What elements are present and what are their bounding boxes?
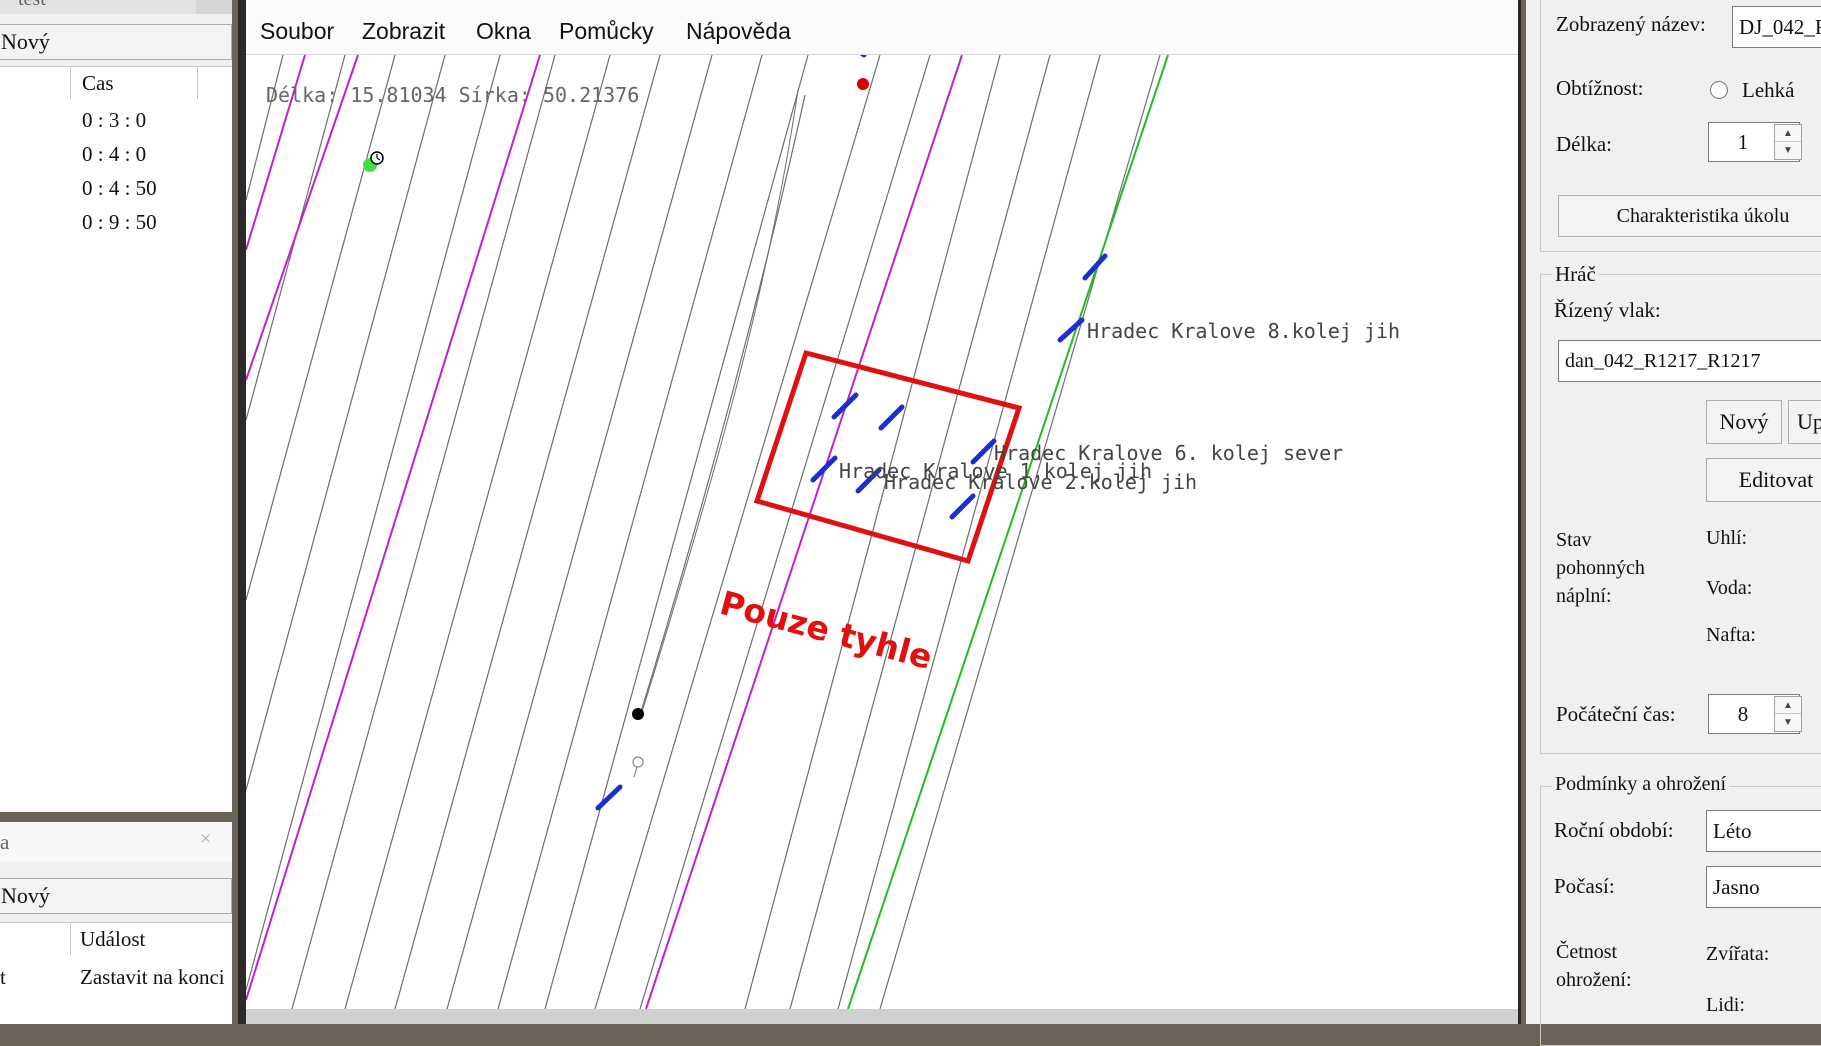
green-line (847, 55, 1169, 1009)
down-arrow-icon[interactable]: ▼ (1775, 714, 1801, 731)
start-time-label: Počáteční čas: (1556, 702, 1676, 726)
event-row-col1[interactable]: t (0, 965, 6, 990)
people-label: Lidi: (1706, 994, 1745, 1016)
event-row-col2[interactable]: Zastavit na konci (80, 965, 232, 990)
signal-marker[interactable] (810, 455, 838, 483)
display-name-field[interactable]: DJ_042_R1217 (1732, 6, 1821, 48)
close-icon[interactable]: × (200, 828, 211, 851)
task-characteristics-button[interactable]: Charakteristika úkolu (1558, 195, 1821, 237)
signal-marker[interactable] (831, 392, 859, 420)
animals-label: Zvířata: (1706, 943, 1770, 965)
left-bottom-panel: a × Nový Událost t Zastavit na konci (0, 822, 232, 1024)
left-top-titlebar: test (0, 0, 232, 14)
station-label[interactable]: Hradec Kralove 8.kolej jih (1087, 319, 1400, 343)
col-header-blank[interactable] (0, 923, 71, 955)
player-group-title: Hráč (1552, 262, 1599, 287)
pin-stem (633, 766, 638, 778)
coordinates-readout: Délka: 15.81034 Sírka: 50.21376 (266, 83, 640, 107)
water-label: Voda: (1706, 577, 1753, 599)
track-line (497, 55, 763, 1009)
events-table-header: Událost (0, 922, 232, 956)
left-bottom-title: a (0, 830, 10, 854)
controlled-train-field[interactable]: dan_042_R1217_R1217 (1558, 340, 1821, 382)
coal-label: Uhlí: (1706, 527, 1748, 549)
time-row[interactable]: 0 : 3 : 0 (82, 108, 146, 133)
map-canvas[interactable]: Délka: 15.81034 Sírka: 50.21376 Hradec K… (246, 55, 1518, 1009)
menu-file[interactable]: Soubor (260, 18, 334, 45)
signal-marker[interactable] (878, 404, 905, 431)
new-train-button[interactable]: Nový (1706, 400, 1782, 444)
properties-panel: Zobrazený název: DJ_042_R1217 Obtížnost:… (1526, 0, 1821, 1046)
menu-bar: Soubor Zobrazit Okna Pomůcky Nápověda (246, 0, 1518, 55)
map-scrollbar[interactable] (246, 1009, 1518, 1024)
track-line (879, 55, 1161, 1009)
track-line (246, 55, 284, 201)
length-label: Délka: (1556, 132, 1612, 156)
new-event-button[interactable]: Nový (0, 878, 232, 914)
controlled-train-label: Řízený vlak: (1554, 298, 1661, 322)
time-row[interactable]: 0 : 4 : 0 (82, 142, 146, 167)
track-line (291, 55, 556, 1009)
signal-marker[interactable] (595, 784, 623, 811)
events-table-body: t Zastavit na konci (0, 955, 232, 1024)
start-time-stepper[interactable]: ▲ ▼ (1774, 696, 1802, 732)
track-line (789, 55, 1051, 1009)
track-line (446, 55, 713, 1009)
station-label[interactable]: Hradec Kralove 2.kolej jih (884, 470, 1197, 494)
route-line (645, 55, 963, 1009)
new-route-button[interactable]: Nový (0, 24, 232, 60)
route-lines (246, 55, 963, 1009)
up-arrow-icon[interactable]: ▲ (1775, 697, 1801, 714)
difficulty-radio[interactable] (1710, 81, 1728, 99)
pin-icon[interactable] (632, 756, 644, 768)
close-icon[interactable] (196, 0, 232, 14)
signals (595, 55, 1108, 811)
track-map[interactable] (246, 55, 1518, 1009)
menu-view[interactable]: Zobrazit (362, 18, 445, 45)
red-marker[interactable] (857, 78, 869, 90)
black-marker[interactable] (632, 708, 644, 720)
menu-help[interactable]: Nápověda (686, 18, 791, 45)
fuel-state-label: Stav pohonných náplní: (1556, 529, 1645, 607)
season-field[interactable]: Léto (1706, 810, 1821, 852)
edit-train-button[interactable]: Editovat (1706, 458, 1821, 502)
time-row[interactable]: 0 : 4 : 50 (82, 176, 157, 201)
display-name-label: Zobrazený název: (1556, 12, 1706, 36)
weather-field[interactable]: Jasno (1706, 866, 1821, 908)
menu-windows[interactable]: Okna (476, 18, 531, 45)
menu-tools[interactable]: Pomůcky (559, 18, 654, 45)
col-header-blank[interactable] (0, 67, 71, 99)
time-row[interactable]: 0 : 9 : 50 (82, 210, 157, 235)
down-arrow-icon[interactable]: ▼ (1775, 142, 1801, 159)
season-label: Roční období: (1554, 818, 1674, 842)
track-line (639, 55, 931, 1009)
left-top-panel: test Nový Cas 0 : 3 : 0 0 : 4 : 0 0 : 4 … (0, 0, 232, 812)
signal-marker[interactable] (949, 493, 976, 520)
left-bottom-titlebar: a × (0, 822, 232, 862)
up-arrow-icon[interactable]: ▲ (1775, 125, 1801, 142)
difficulty-label: Obtížnost: (1556, 76, 1644, 100)
track-line (246, 55, 396, 601)
col-header-event[interactable]: Událost (80, 927, 145, 952)
track-line (246, 55, 501, 991)
weather-label: Počasí: (1554, 874, 1615, 898)
left-top-title: test (18, 0, 46, 11)
diesel-label: Nafta: (1706, 624, 1756, 646)
threat-frequency-label: Četnost ohrožení: (1556, 941, 1632, 991)
route-line (246, 55, 541, 1001)
conditions-group-title: Podmínky a ohrožení (1552, 773, 1730, 796)
length-stepper[interactable]: ▲ ▼ (1774, 124, 1802, 160)
update-train-button[interactable]: Up (1788, 400, 1821, 444)
col-header-time[interactable]: Cas (82, 71, 114, 96)
track-lines (246, 55, 1161, 1009)
track-line (544, 55, 809, 1009)
col-divider (197, 67, 198, 99)
track-line (837, 55, 1101, 1009)
track-line (344, 55, 611, 1009)
times-table-body: 0 : 3 : 0 0 : 4 : 0 0 : 4 : 50 0 : 9 : 5… (0, 99, 232, 812)
times-table-header: Cas (0, 66, 232, 100)
track-line (394, 55, 661, 1009)
difficulty-option-label[interactable]: Lehká (1742, 78, 1794, 103)
track-line (594, 55, 881, 1009)
